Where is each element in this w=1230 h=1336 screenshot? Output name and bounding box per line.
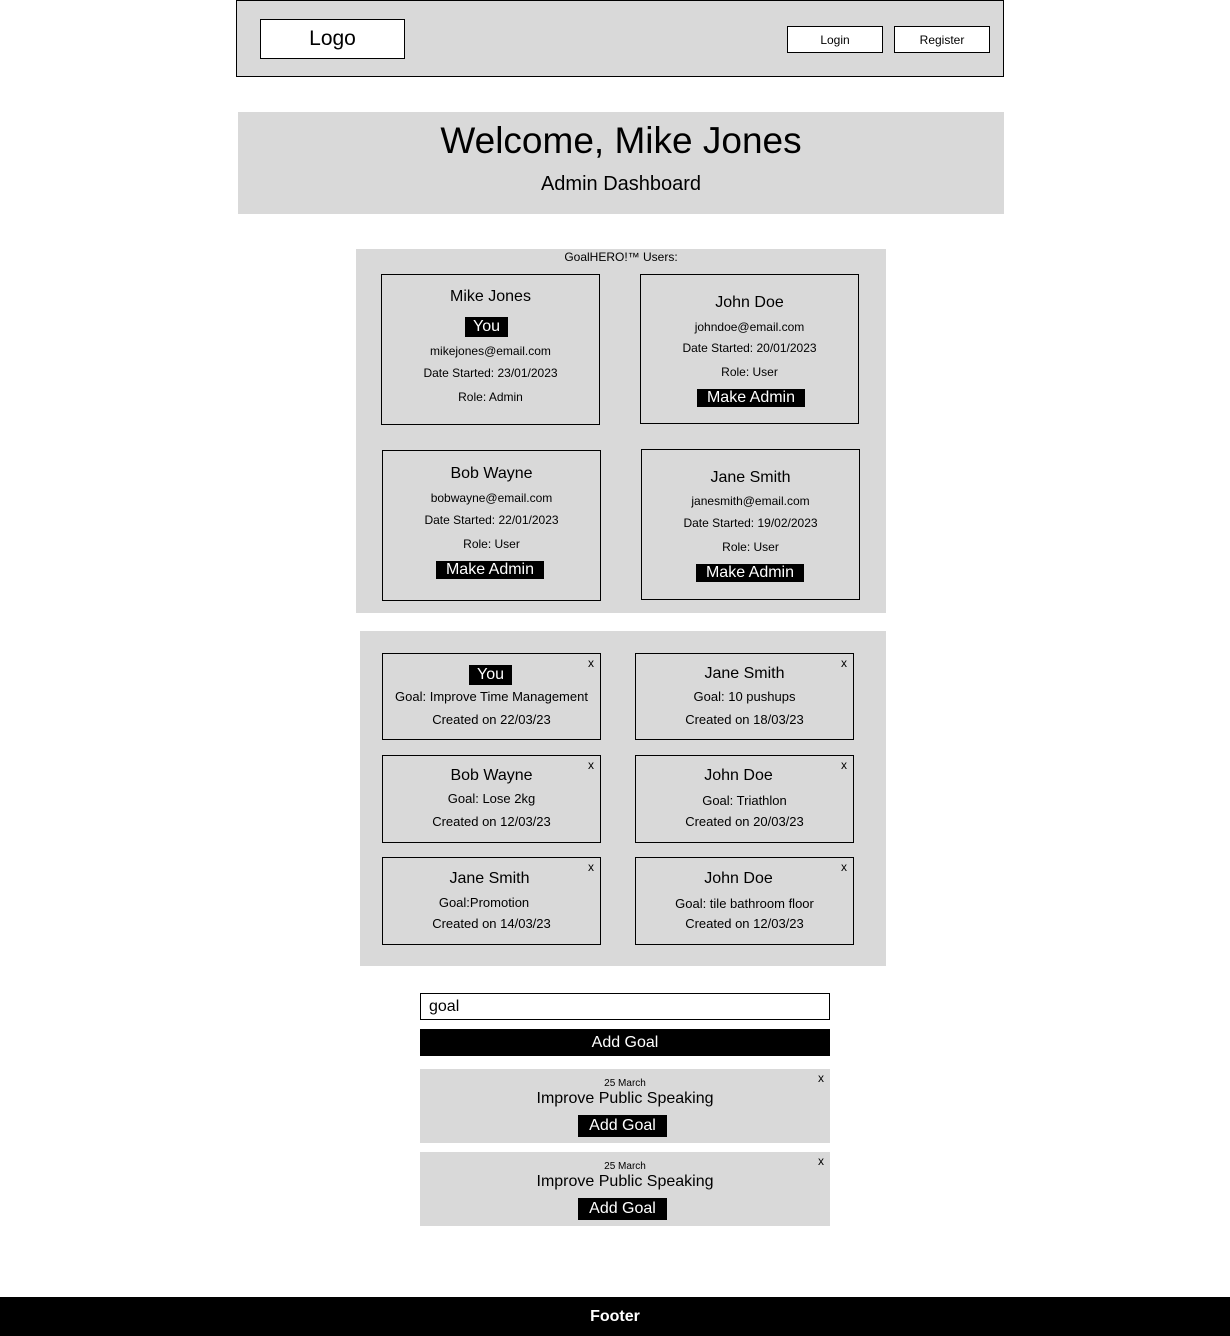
user-email: janesmith@email.com [691, 494, 810, 508]
welcome-banner: Welcome, Mike Jones Admin Dashboard [238, 112, 1004, 214]
add-suggested-goal-button[interactable]: Add Goal [578, 1198, 667, 1220]
user-card: Jane Smith janesmith@email.com Date Star… [641, 449, 860, 600]
goal-text: Goal: Lose 2kg [447, 791, 536, 806]
user-date-started: Date Started: 23/01/2023 [423, 366, 558, 380]
suggested-goal-date: 25 March [604, 1161, 646, 1172]
users-section: GoalHERO!™ Users: Mike Jones You mikejon… [356, 249, 886, 613]
goals-section: You Goal: Improve Time Management Create… [360, 631, 886, 966]
user-name: Bob Wayne [450, 465, 533, 482]
user-email: bobwayne@email.com [430, 491, 553, 505]
close-icon[interactable]: x [841, 758, 847, 772]
user-date-started: Date Started: 19/02/2023 [683, 516, 818, 530]
user-name: John Doe [715, 294, 784, 311]
add-goal-button[interactable]: Add Goal [420, 1029, 830, 1056]
page-subtitle: Admin Dashboard [540, 173, 702, 195]
suggested-goal-date: 25 March [604, 1078, 646, 1089]
goal-text: Goal: Triathlon [702, 793, 787, 808]
user-date-started: Date Started: 22/01/2023 [424, 513, 559, 527]
close-icon[interactable]: x [841, 656, 847, 670]
close-icon[interactable]: x [818, 1154, 824, 1168]
logo[interactable]: Logo [260, 19, 405, 59]
user-card: John Doe johndoe@email.com Date Started:… [640, 274, 859, 424]
goal-card: Jane Smith Goal:Promotion Created on 14/… [382, 857, 601, 945]
you-badge: You [469, 665, 512, 685]
goal-input[interactable] [420, 993, 830, 1020]
user-role: Role: User [721, 365, 778, 379]
goal-created-date: Created on 20/03/23 [685, 814, 804, 829]
user-name: Jane Smith [710, 469, 791, 486]
users-section-title: GoalHERO!™ Users: [564, 250, 678, 264]
goal-owner: Jane Smith [704, 665, 785, 682]
goal-card: John Doe Goal: tile bathroom floor Creat… [635, 857, 854, 945]
goal-created-date: Created on 14/03/23 [432, 916, 551, 931]
goal-created-date: Created on 12/03/23 [432, 814, 551, 829]
goal-created-date: Created on 18/03/23 [685, 712, 804, 727]
suggested-goal-title: Improve Public Speaking [536, 1173, 714, 1190]
user-role: Role: User [722, 540, 779, 554]
goal-card: You Goal: Improve Time Management Create… [382, 653, 601, 740]
goal-created-date: Created on 12/03/23 [685, 916, 804, 931]
user-role: Role: Admin [458, 390, 523, 404]
user-role: Role: User [463, 537, 520, 551]
page-title: Welcome, Mike Jones [440, 120, 802, 161]
user-card: Mike Jones You mikejones@email.com Date … [381, 274, 600, 425]
user-card: Bob Wayne bobwayne@email.com Date Starte… [382, 450, 601, 601]
goal-text: Goal:Promotion [438, 895, 530, 910]
user-email: mikejones@email.com [430, 344, 551, 358]
site-footer: Footer [0, 1297, 1230, 1336]
close-icon[interactable]: x [588, 860, 594, 874]
close-icon[interactable]: x [588, 656, 594, 670]
goal-owner: Jane Smith [449, 870, 530, 887]
goal-text: Goal: tile bathroom floor [675, 896, 814, 911]
register-button[interactable]: Register [894, 26, 990, 53]
user-name: Mike Jones [450, 288, 531, 305]
make-admin-button[interactable]: Make Admin [436, 561, 544, 579]
close-icon[interactable]: x [841, 860, 847, 874]
close-icon[interactable]: x [588, 758, 594, 772]
goal-text: Goal: Improve Time Management [395, 689, 588, 704]
suggested-goal-card: 25 March Improve Public Speaking Add Goa… [420, 1069, 830, 1143]
make-admin-button[interactable]: Make Admin [697, 389, 805, 407]
site-header: Logo Login Register [236, 0, 1004, 77]
user-email: johndoe@email.com [694, 320, 805, 334]
close-icon[interactable]: x [818, 1071, 824, 1085]
you-badge: You [465, 317, 508, 337]
goal-created-date: Created on 22/03/23 [432, 712, 551, 727]
login-button[interactable]: Login [787, 26, 883, 53]
add-suggested-goal-button[interactable]: Add Goal [578, 1115, 667, 1137]
make-admin-button[interactable]: Make Admin [696, 564, 804, 582]
goal-text: Goal: 10 pushups [693, 689, 796, 704]
goal-owner: Bob Wayne [450, 767, 533, 784]
goal-card: John Doe Goal: Triathlon Created on 20/0… [635, 755, 854, 843]
goal-owner: John Doe [704, 870, 773, 887]
goal-card: Bob Wayne Goal: Lose 2kg Created on 12/0… [382, 755, 601, 843]
user-date-started: Date Started: 20/01/2023 [682, 341, 817, 355]
goal-owner: John Doe [704, 767, 773, 784]
suggested-goal-card: 25 March Improve Public Speaking Add Goa… [420, 1152, 830, 1226]
goal-card: Jane Smith Goal: 10 pushups Created on 1… [635, 653, 854, 740]
suggested-goal-title: Improve Public Speaking [536, 1090, 714, 1107]
